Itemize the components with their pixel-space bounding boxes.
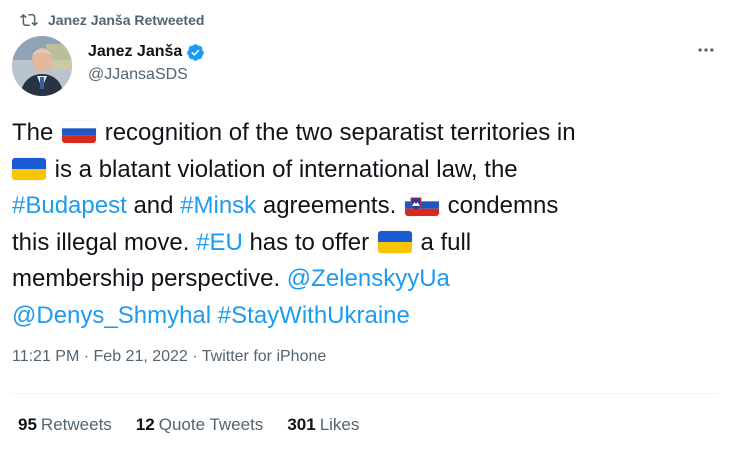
tweet-time[interactable]: 11:21 PM	[12, 348, 79, 365]
more-options-icon[interactable]	[694, 38, 718, 62]
tweet-text-segment: and	[133, 192, 174, 219]
hashtag-budapest[interactable]: #Budapest	[12, 192, 127, 219]
hashtag-minsk[interactable]: #Minsk	[180, 192, 256, 219]
mention-denys-shmyhal[interactable]: @Denys_Shmyhal	[12, 302, 211, 329]
retweets-label: Retweets	[40, 415, 112, 434]
tweet-meta: 11:21 PM · Feb 21, 2022 · Twitter for iP…	[12, 348, 326, 366]
ukraine-flag-icon	[12, 157, 46, 180]
author-names: Janez Janša @JJansaSDS	[88, 42, 205, 84]
tweet-card[interactable]: Janez Janša Retweeted Janez Janša @JJans…	[0, 0, 731, 456]
tweet-line: this illegal move. #EU has to offer a fu…	[12, 225, 718, 262]
tweet-text-segment: The	[12, 119, 54, 146]
display-name[interactable]: Janez Janša	[88, 43, 182, 61]
tweet-stats: 95 Retweets 12 Quote Tweets 301 Likes	[18, 415, 359, 435]
divider	[12, 393, 718, 394]
tweet-text-segment: recognition of the two separatist territ…	[104, 119, 576, 146]
avatar[interactable]	[12, 36, 72, 96]
display-name-row: Janez Janša	[88, 42, 205, 62]
quote-tweets-label: Quote Tweets	[158, 415, 264, 434]
meta-separator: ·	[83, 348, 90, 365]
tweet-line: membership perspective. @ZelenskyyUa	[12, 261, 718, 298]
tweet-source[interactable]: Twitter for iPhone	[202, 348, 327, 365]
tweet-text-segment: is a blatant violation of international …	[54, 155, 518, 183]
retweet-icon	[20, 11, 38, 29]
tweet-text-segment: condemns	[447, 192, 559, 219]
meta-separator: ·	[192, 348, 198, 365]
tweet-date[interactable]: Feb 21, 2022	[94, 348, 188, 365]
tweet-line: #Budapest and #Minsk agreements. condemn…	[12, 188, 718, 225]
quote-tweets-stat[interactable]: 12 Quote Tweets	[136, 415, 264, 435]
likes-count: 301	[287, 415, 316, 434]
tweet-text-segment: a full	[420, 228, 472, 256]
tweet-text: The recognition of the two separatist te…	[12, 115, 718, 334]
tweet-text-segment: this illegal move.	[12, 228, 190, 256]
ukraine-flag-icon	[377, 230, 412, 253]
mention-zelenskyyua[interactable]: @ZelenskyyUa	[287, 265, 450, 292]
author-handle[interactable]: @JJansaSDS	[88, 66, 205, 84]
tweet-text-segment: membership perspective.	[12, 265, 281, 292]
retweets-stat[interactable]: 95 Retweets	[18, 415, 112, 435]
slovenia-flag-icon	[404, 194, 439, 216]
likes-stat[interactable]: 301 Likes	[287, 415, 359, 435]
russia-flag-icon	[62, 121, 97, 143]
retweets-count: 95	[18, 415, 37, 434]
tweet-line: @Denys_Shmyhal #StayWithUkraine	[12, 298, 718, 335]
hashtag-staywithukraine[interactable]: #StayWithUkraine	[218, 302, 410, 329]
retweet-banner-text: Janez Janša Retweeted	[48, 12, 205, 28]
verified-badge-icon	[186, 43, 205, 62]
hashtag-eu[interactable]: #EU	[196, 229, 243, 256]
tweet-text-segment: has to offer	[249, 228, 370, 256]
tweet-line: The recognition of the two separatist te…	[12, 115, 718, 152]
tweet-text-segment: agreements.	[262, 192, 397, 219]
retweet-banner[interactable]: Janez Janša Retweeted	[20, 10, 204, 30]
tweet-header: Janez Janša @JJansaSDS	[12, 36, 718, 96]
likes-label: Likes	[319, 415, 360, 434]
tweet-line: is a blatant violation of international …	[12, 152, 718, 189]
quote-tweets-count: 12	[135, 415, 155, 434]
